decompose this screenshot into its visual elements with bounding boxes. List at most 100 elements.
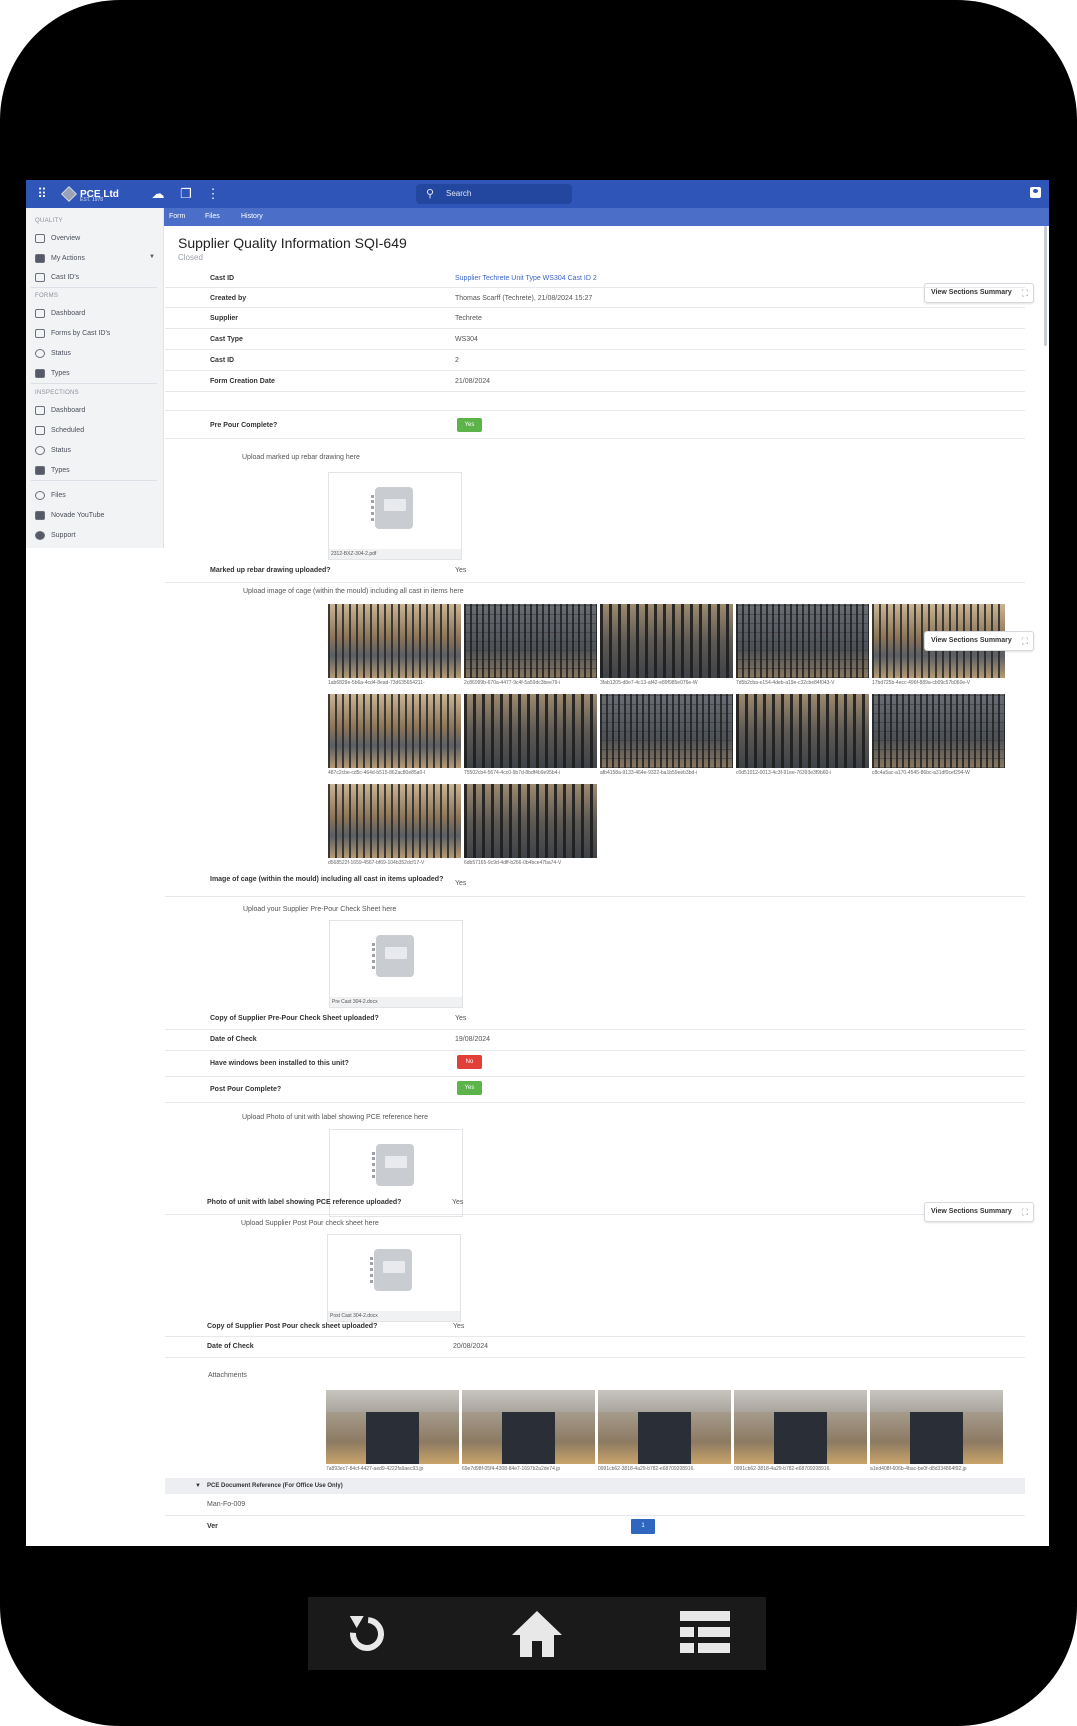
sidebar-item-support[interactable]: Support: [35, 529, 76, 541]
chart-icon: [35, 308, 45, 318]
cage-image[interactable]: [600, 694, 733, 768]
tablet-frame: ⠿ PCE Ltd EST. 1978 ☁ ❐ ⋮ ⚲ Search Form …: [0, 0, 1077, 1726]
sidebar-item-forms-types[interactable]: Types: [35, 367, 70, 379]
expand-icon: ⛶: [1021, 1207, 1028, 1217]
cage-image[interactable]: [872, 694, 1005, 768]
image-caption: 7a893ec7-84cf-4427-aed9-4222fa9aec93.jp: [326, 1466, 424, 1472]
chart-icon: [35, 233, 45, 243]
field-label: Pre Pour Complete?: [210, 422, 278, 429]
field-row-doc-ref: Man-Fo-009: [165, 1494, 1025, 1516]
attachment-image[interactable]: [598, 1390, 731, 1464]
sidebar-item-overview[interactable]: Overview: [35, 232, 80, 244]
cloud-upload-icon[interactable]: ☁: [150, 186, 166, 202]
search-icon: ⚲: [426, 188, 435, 200]
prepour-file-thumbnail[interactable]: Pre Cast 304-2.docx: [329, 920, 463, 1008]
attachment-image[interactable]: [734, 1390, 867, 1464]
view-sections-summary-button[interactable]: View Sections Summary ⛶: [924, 631, 1034, 651]
sidebar-item-cast-ids[interactable]: Cast ID's: [35, 271, 79, 283]
cage-image[interactable]: [464, 604, 597, 678]
scrollbar[interactable]: [1044, 226, 1047, 346]
field-value: 21/08/2024: [455, 378, 491, 385]
sidebar-item-scheduled[interactable]: Scheduled: [35, 424, 84, 436]
field-label: Marked up rebar drawing uploaded?: [210, 567, 331, 574]
cage-image[interactable]: [736, 604, 869, 678]
cage-image[interactable]: [736, 694, 869, 768]
sidebar-item-label: Forms by Cast ID's: [51, 329, 111, 337]
brand-logo[interactable]: PCE Ltd EST. 1978: [61, 185, 119, 203]
cage-image[interactable]: [328, 694, 461, 768]
post-pour-yes-badge: Yes: [457, 1081, 482, 1095]
field-label: Image of cage (within the mould) includi…: [210, 876, 444, 883]
attachment-image[interactable]: [326, 1390, 459, 1464]
image-caption: a1ed408f-606b-4bac-be0f-d8d334864f92.jp: [870, 1466, 967, 1472]
section-title: PCE Document Reference (For Office Use O…: [207, 1483, 343, 1489]
apps-grid-icon[interactable]: ⠿: [34, 186, 50, 202]
sidebar-item-inspections-types[interactable]: Types: [35, 464, 70, 476]
upload-photo-unit-instruction: Upload Photo of unit with label showing …: [242, 1114, 428, 1121]
tab-form[interactable]: Form: [169, 208, 185, 226]
sidebar-item-forms-by-cast[interactable]: Forms by Cast ID's: [35, 327, 110, 339]
chevron-down-icon[interactable]: ▼: [149, 254, 155, 260]
menu-button[interactable]: [678, 1605, 736, 1663]
field-row-post-pour: Post Pour Complete? Yes: [165, 1076, 1025, 1103]
cage-image[interactable]: [600, 604, 733, 678]
tab-files[interactable]: Files: [205, 208, 220, 226]
field-value: Yes: [455, 880, 467, 887]
rebar-file-thumbnail[interactable]: 2312-BXZ-304-2.pdf: [328, 472, 462, 560]
tab-history[interactable]: History: [241, 208, 263, 226]
home-button[interactable]: [508, 1605, 566, 1663]
cage-image[interactable]: [464, 694, 597, 768]
cage-image[interactable]: [328, 604, 461, 678]
field-label: Cast Type: [210, 336, 243, 343]
sidebar-item-forms-status[interactable]: Status: [35, 347, 71, 359]
field-value: Thomas Scarff (Techrete), 21/08/2024 15:…: [455, 295, 593, 302]
attachment-image[interactable]: [462, 1390, 595, 1464]
cast-id-link[interactable]: Supplier Techrete Unit Type WS304 Cast I…: [455, 275, 597, 282]
view-sections-summary-button[interactable]: View Sections Summary ⛶: [924, 1202, 1034, 1222]
field-label: Have windows been installed to this unit…: [210, 1060, 349, 1067]
sidebar-item-inspections-status[interactable]: Status: [35, 444, 71, 456]
field-row-photo-unit: Photo of unit with label showing PCE ref…: [165, 1196, 1025, 1215]
sidebar-item-label: Overview: [51, 234, 81, 242]
sidebar-item-novade-youtube[interactable]: Novade YouTube: [35, 509, 104, 521]
copy-icon[interactable]: ❐: [178, 186, 194, 202]
cage-image[interactable]: [328, 784, 461, 858]
sidebar-item-files[interactable]: Files: [35, 489, 66, 501]
image-caption: 17bd725b-4ecc-496f-889a-cb09c57b060e-V: [872, 680, 971, 686]
spacer-row: [165, 391, 1025, 411]
view-summary-label: View Sections Summary: [931, 1208, 1012, 1215]
image-caption: 487c2cbe-cd5c-464d-b515-862ac80e85a0-l: [328, 770, 426, 776]
sidebar-heading-inspections: INSPECTIONS: [35, 390, 79, 396]
play-box-icon: [35, 253, 45, 263]
attachments-label: Attachments: [208, 1372, 247, 1379]
pce-section-header[interactable]: ▼ PCE Document Reference (For Office Use…: [165, 1478, 1025, 1494]
home-icon-door: [532, 1641, 542, 1657]
postpour-file-thumbnail[interactable]: Post Cast 304-2.docx: [327, 1234, 461, 1322]
user-account-icon[interactable]: [1030, 187, 1041, 198]
image-caption: c0d51012-0013-4c3f-91ee-76393e3f9b60-i: [736, 770, 832, 776]
field-value: 20/08/2024: [453, 1343, 489, 1350]
field-row-rebar-uploaded: Marked up rebar drawing uploaded? Yes: [165, 563, 1025, 583]
back-button[interactable]: [338, 1605, 396, 1663]
sidebar: QUALITY Overview My Actions ▼ Cast ID's …: [26, 208, 164, 548]
pre-pour-yes-badge: Yes: [457, 418, 482, 432]
sidebar-divider: [31, 480, 157, 481]
page-status: Closed: [178, 253, 203, 262]
document-icon: [371, 487, 413, 529]
sidebar-item-forms-dashboard[interactable]: Dashboard: [35, 307, 85, 319]
more-vertical-icon[interactable]: ⋮: [205, 186, 221, 202]
sidebar-item-label: Scheduled: [51, 426, 85, 434]
app-screen: ⠿ PCE Ltd EST. 1978 ☁ ❐ ⋮ ⚲ Search Form …: [26, 180, 1049, 1546]
sidebar-item-my-actions[interactable]: My Actions: [35, 252, 85, 264]
collapse-arrow-icon[interactable]: ▼: [195, 1478, 201, 1494]
cage-image[interactable]: [464, 784, 597, 858]
device-navigation-bar: [308, 1597, 766, 1670]
attachment-image[interactable]: [870, 1390, 1003, 1464]
folder-icon: [35, 465, 45, 475]
image-caption: 6db57165-9c9d-4dff-b266-0b4bce47ba74-V: [464, 860, 562, 866]
sidebar-item-inspections-dashboard[interactable]: Dashboard: [35, 404, 85, 416]
field-row-windows: Have windows been installed to this unit…: [165, 1050, 1025, 1077]
field-value: Yes: [455, 567, 467, 574]
search-box[interactable]: ⚲ Search: [416, 184, 572, 204]
field-row-postpour-copy: Copy of Supplier Post Pour check sheet u…: [165, 1316, 1025, 1337]
